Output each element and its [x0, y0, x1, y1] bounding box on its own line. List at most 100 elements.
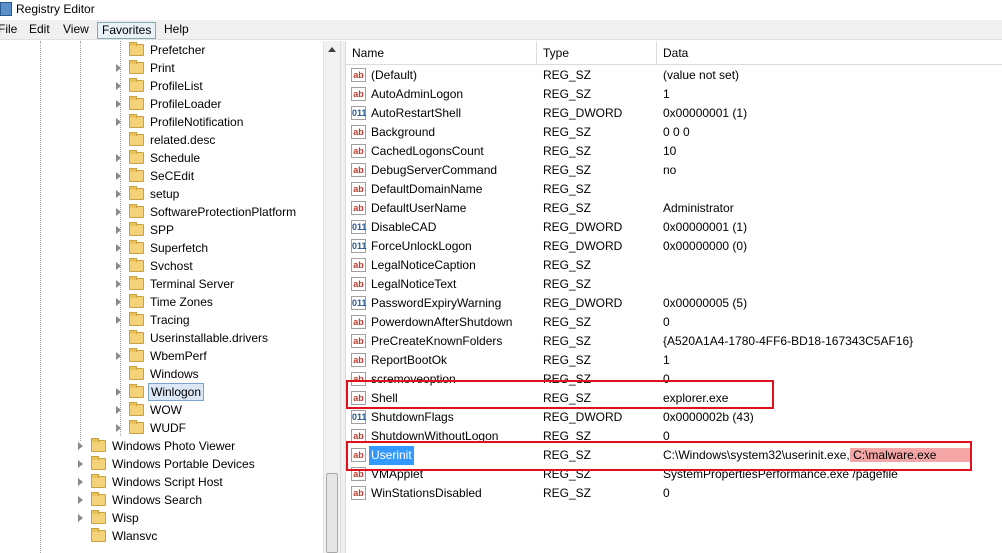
- value-row[interactable]: 011 PasswordExpiryWarning REG_DWORD 0x00000…: [346, 294, 1002, 313]
- value-data: 0 0 0: [663, 123, 690, 142]
- value-row[interactable]: ab DebugServerCommand REG_SZ no: [346, 161, 1002, 180]
- values-list[interactable]: Name Type Data ab (Default) REG_SZ (value n…: [346, 41, 1002, 553]
- value-row[interactable]: ab Background REG_SZ 0 0 0: [346, 123, 1002, 142]
- value-row[interactable]: ab DefaultUserName REG_SZ Administrator: [346, 199, 1002, 218]
- string-value-icon: ab: [351, 182, 366, 196]
- menu-favorites[interactable]: Favorites: [97, 22, 157, 39]
- value-type: REG_DWORD: [543, 410, 623, 424]
- value-type: REG_SZ: [543, 201, 592, 215]
- value-row[interactable]: 011 AutoRestartShell REG_DWORD 0x00000001 (…: [346, 104, 1002, 123]
- expand-arrow-icon[interactable]: [116, 280, 121, 288]
- expand-arrow-icon[interactable]: [116, 352, 121, 360]
- expand-arrow-icon[interactable]: [116, 244, 121, 252]
- expand-arrow-icon[interactable]: [116, 208, 121, 216]
- tree-node-label: Windows: [150, 367, 199, 381]
- expand-arrow-icon[interactable]: [116, 226, 121, 234]
- value-data: 1: [663, 351, 670, 370]
- value-data: 10: [663, 142, 676, 161]
- expand-arrow-icon[interactable]: [116, 82, 121, 90]
- tree-node-label: Winlogon: [148, 383, 205, 401]
- expand-arrow-icon[interactable]: [116, 64, 121, 72]
- tree-vertical-scrollbar[interactable]: [323, 41, 340, 553]
- expand-arrow-icon[interactable]: [78, 442, 83, 450]
- window-title: Registry Editor: [16, 2, 95, 16]
- value-data-text: 0x00000000 (0): [663, 239, 748, 253]
- value-type: REG_SZ: [543, 144, 592, 158]
- string-value-icon: ab: [351, 68, 366, 82]
- menu-file[interactable]: File: [0, 22, 21, 39]
- expand-arrow-icon[interactable]: [116, 118, 121, 126]
- menu-view[interactable]: View: [59, 22, 93, 39]
- expand-arrow-icon[interactable]: [78, 478, 83, 486]
- expand-arrow-icon[interactable]: [78, 496, 83, 504]
- column-header-data[interactable]: Data: [657, 41, 1002, 65]
- value-row[interactable]: ab PreCreateKnownFolders REG_SZ {A520A1A4-1…: [346, 332, 1002, 351]
- value-data: 0: [663, 313, 670, 332]
- value-row[interactable]: 011 ForceUnlockLogon REG_DWORD 0x00000000 (…: [346, 237, 1002, 256]
- value-row[interactable]: ab DefaultDomainName REG_SZ: [346, 180, 1002, 199]
- folder-icon: [129, 222, 144, 236]
- menu-edit[interactable]: Edit: [25, 22, 54, 39]
- menu-bar: File Edit View Favorites Help: [0, 20, 1002, 40]
- tree-node-label: ProfileList: [150, 79, 203, 93]
- value-row[interactable]: 011 ShutdownFlags REG_DWORD 0x0000002b (43): [346, 408, 1002, 427]
- tree-node-label: Tracing: [150, 313, 190, 327]
- value-row[interactable]: ab LegalNoticeText REG_SZ: [346, 275, 1002, 294]
- value-row[interactable]: ab ReportBootOk REG_SZ 1: [346, 351, 1002, 370]
- value-row[interactable]: ab AutoAdminLogon REG_SZ 1: [346, 85, 1002, 104]
- value-type: REG_DWORD: [543, 239, 623, 253]
- expand-arrow-icon[interactable]: [78, 460, 83, 468]
- folder-icon: [129, 240, 144, 254]
- expand-arrow-icon[interactable]: [116, 172, 121, 180]
- highlight-box-shell: [346, 380, 774, 409]
- string-value-icon: ab: [351, 87, 366, 101]
- scroll-up-arrow-icon[interactable]: [328, 47, 336, 52]
- value-name: DefaultDomainName: [371, 182, 483, 196]
- scrollbar-thumb[interactable]: [326, 473, 338, 553]
- value-name: PowerdownAfterShutdown: [371, 315, 513, 329]
- string-value-icon: ab: [351, 125, 366, 139]
- folder-icon: [129, 366, 144, 380]
- value-row[interactable]: ab (Default) REG_SZ (value not set): [346, 66, 1002, 85]
- expand-arrow-icon[interactable]: [116, 316, 121, 324]
- folder-icon: [91, 492, 106, 506]
- expand-arrow-icon[interactable]: [116, 154, 121, 162]
- value-data-text: {A520A1A4-1780-4FF6-BD18-167343C5AF16}: [663, 334, 914, 348]
- expand-arrow-icon[interactable]: [116, 388, 121, 396]
- expand-arrow-icon[interactable]: [116, 100, 121, 108]
- value-row[interactable]: ab PowerdownAfterShutdown REG_SZ 0: [346, 313, 1002, 332]
- value-name: PasswordExpiryWarning: [371, 296, 502, 310]
- dword-value-icon: 011: [351, 410, 367, 424]
- value-name: CachedLogonsCount: [371, 144, 484, 158]
- dword-value-icon: 011: [351, 220, 367, 234]
- folder-icon: [129, 186, 144, 200]
- column-header-name[interactable]: Name: [346, 41, 537, 65]
- column-header-type[interactable]: Type: [537, 41, 657, 65]
- value-row[interactable]: ab CachedLogonsCount REG_SZ 10: [346, 142, 1002, 161]
- value-name: ForceUnlockLogon: [371, 239, 472, 253]
- folder-icon: [129, 204, 144, 218]
- value-name: WinStationsDisabled: [371, 486, 482, 500]
- key-tree[interactable]: Prefetcher Print ProfileList ProfileLoader P…: [0, 41, 340, 553]
- expand-arrow-icon[interactable]: [116, 298, 121, 306]
- tree-node-label: SeCEdit: [150, 169, 195, 183]
- tree-node-label: Windows Portable Devices: [112, 457, 255, 471]
- value-data-text: 0x00000001 (1): [663, 220, 748, 234]
- expand-arrow-icon[interactable]: [116, 406, 121, 414]
- string-value-icon: ab: [351, 353, 366, 367]
- value-row[interactable]: 011 DisableCAD REG_DWORD 0x00000001 (1): [346, 218, 1002, 237]
- expand-arrow-icon[interactable]: [78, 514, 83, 522]
- tree-node-label: SoftwareProtectionPlatform: [150, 205, 297, 219]
- expand-arrow-icon[interactable]: [116, 190, 121, 198]
- folder-icon: [129, 348, 144, 362]
- value-data: 1: [663, 85, 670, 104]
- tree-node-label: WOW: [150, 403, 182, 417]
- value-row[interactable]: ab LegalNoticeCaption REG_SZ: [346, 256, 1002, 275]
- tree-node-label: WbemPerf: [150, 349, 207, 363]
- expand-arrow-icon[interactable]: [116, 262, 121, 270]
- value-row[interactable]: ab WinStationsDisabled REG_SZ 0: [346, 484, 1002, 503]
- menu-help[interactable]: Help: [160, 22, 193, 39]
- expand-arrow-icon[interactable]: [116, 424, 121, 432]
- folder-icon: [129, 42, 144, 56]
- folder-icon: [129, 294, 144, 308]
